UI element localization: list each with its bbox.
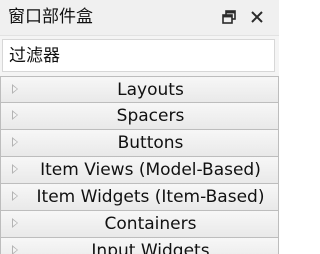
category-item-widgets[interactable]: Item Widgets (Item-Based) — [0, 184, 279, 211]
widget-box-panel: 窗口部件盒 Layouts Spacers — [0, 0, 279, 254]
category-label: Layouts — [117, 80, 184, 100]
category-item-views[interactable]: Item Views (Model-Based) — [0, 157, 279, 184]
collapsed-arrow-icon — [12, 137, 18, 147]
filter-area — [0, 36, 279, 76]
collapsed-arrow-icon — [12, 164, 18, 174]
category-label: Spacers — [116, 106, 185, 126]
collapsed-arrow-icon — [12, 245, 18, 254]
category-label: Input Widgets — [91, 241, 210, 254]
category-label: Item Views (Model-Based) — [40, 160, 261, 180]
collapsed-arrow-icon — [12, 218, 18, 228]
filter-input[interactable] — [2, 39, 275, 72]
category-label: Containers — [104, 214, 197, 234]
restore-float-icon[interactable] — [220, 8, 238, 26]
collapsed-arrow-icon — [12, 191, 18, 201]
category-label: Buttons — [117, 133, 184, 153]
title-bar[interactable]: 窗口部件盒 — [0, 0, 279, 36]
category-layouts[interactable]: Layouts — [0, 76, 279, 103]
category-label: Item Widgets (Item-Based) — [36, 187, 265, 207]
collapsed-arrow-icon — [12, 84, 18, 94]
category-list: Layouts Spacers Buttons Item Views (Mode… — [0, 76, 279, 254]
category-buttons[interactable]: Buttons — [0, 130, 279, 157]
category-spacers[interactable]: Spacers — [0, 103, 279, 130]
panel-title: 窗口部件盒 — [8, 7, 93, 27]
collapsed-arrow-icon — [12, 110, 18, 120]
category-input-widgets[interactable]: Input Widgets — [0, 238, 279, 254]
close-icon[interactable] — [248, 8, 266, 26]
category-containers[interactable]: Containers — [0, 211, 279, 238]
